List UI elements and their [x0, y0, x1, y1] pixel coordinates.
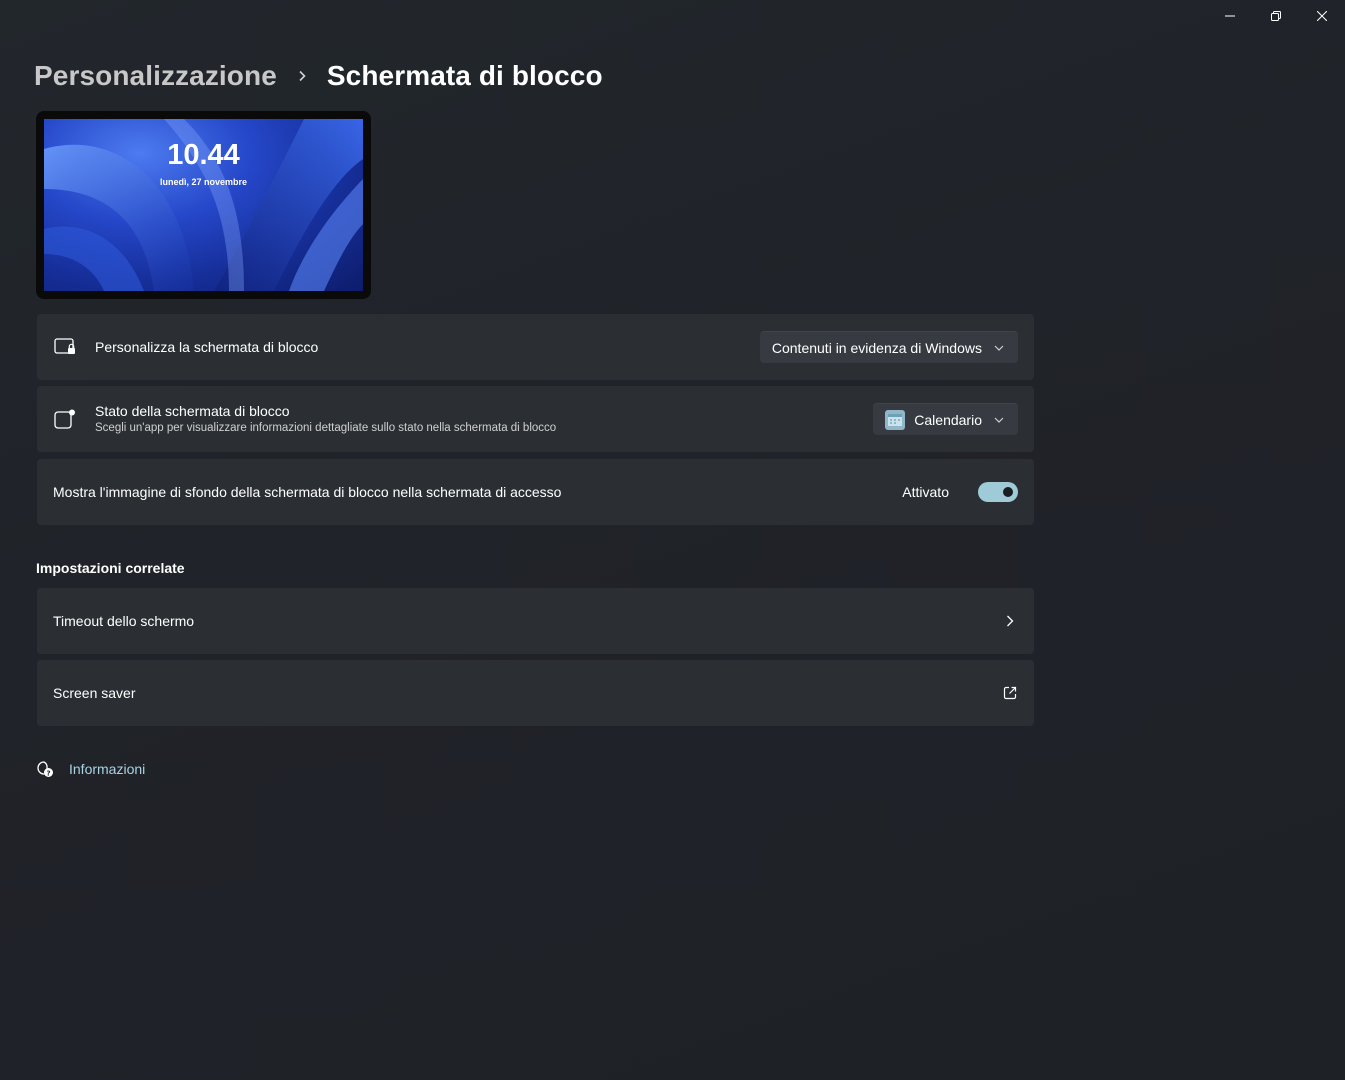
signin-background-toggle[interactable]	[978, 482, 1018, 502]
help-chat-icon: ?	[37, 761, 53, 777]
card-title: Personalizza la schermata di blocco	[95, 339, 319, 355]
breadcrumb: Personalizzazione Schermata di blocco	[34, 56, 603, 96]
breadcrumb-parent-link[interactable]: Personalizzazione	[34, 60, 277, 92]
toggle-group: Attivato	[902, 482, 1018, 502]
minimize-button[interactable]	[1207, 0, 1253, 32]
card-title: Timeout dello schermo	[53, 613, 195, 629]
preview-clock: 10.44	[167, 139, 240, 171]
card-subtitle: Scegli un'app per visualizzare informazi…	[95, 422, 557, 434]
screen-saver-link[interactable]: Screen saver	[37, 660, 1034, 726]
chevron-down-icon	[994, 345, 1004, 351]
personalize-lock-screen-card: Personalizza la schermata di blocco Cont…	[37, 314, 1034, 380]
lock-screen-icon	[53, 335, 77, 359]
toggle-knob	[1003, 487, 1013, 497]
settings-window: Personalizzazione Schermata di blocco 10…	[0, 0, 1345, 1080]
preview-wallpaper: 10.44 lunedì, 27 novembre	[44, 119, 363, 291]
lock-screen-status-card: Stato della schermata di blocco Scegli u…	[37, 386, 1034, 452]
close-icon	[1317, 11, 1327, 21]
signin-background-card: Mostra l'immagine di sfondo della scherm…	[37, 459, 1034, 525]
related-settings-heading: Impostazioni correlate	[36, 560, 185, 576]
card-title: Mostra l'immagine di sfondo della scherm…	[53, 484, 562, 500]
svg-text:?: ?	[46, 769, 50, 777]
card-text: Timeout dello schermo	[53, 612, 194, 630]
status-app-dropdown[interactable]: Calendario	[873, 403, 1018, 435]
chevron-down-icon	[994, 417, 1004, 423]
chevron-right-icon	[1002, 613, 1018, 629]
help-link-label: Informazioni	[69, 761, 146, 777]
external-link-icon	[1002, 685, 1018, 701]
help-link[interactable]: ? Informazioni	[36, 760, 145, 778]
page-title: Schermata di blocco	[326, 60, 603, 91]
card-title: Stato della schermata di blocco	[95, 403, 290, 419]
card-text: Mostra l'immagine di sfondo della scherm…	[53, 483, 561, 501]
lock-screen-source-dropdown[interactable]: Contenuti in evidenza di Windows	[759, 331, 1018, 363]
card-text: Stato della schermata di blocco Scegli u…	[95, 402, 556, 436]
restore-icon	[1271, 11, 1281, 21]
card-title: Screen saver	[53, 685, 136, 701]
card-text: Personalizza la schermata di blocco	[95, 338, 318, 356]
screen-timeout-link[interactable]: Timeout dello schermo	[37, 588, 1034, 654]
caption-buttons	[1207, 0, 1345, 32]
dropdown-value: Contenuti in evidenza di Windows	[771, 339, 982, 356]
close-button[interactable]	[1299, 0, 1345, 32]
maximize-button[interactable]	[1253, 0, 1299, 32]
minimize-icon	[1225, 15, 1235, 17]
chevron-right-icon	[297, 70, 307, 82]
preview-date: lunedì, 27 novembre	[159, 177, 248, 187]
card-text: Screen saver	[53, 684, 135, 702]
app-status-icon	[53, 407, 77, 431]
calendar-icon	[885, 409, 906, 430]
lock-screen-preview: 10.44 lunedì, 27 novembre	[36, 111, 371, 299]
dropdown-value: Calendario	[914, 411, 982, 428]
toggle-state-label: Attivato	[902, 484, 949, 500]
